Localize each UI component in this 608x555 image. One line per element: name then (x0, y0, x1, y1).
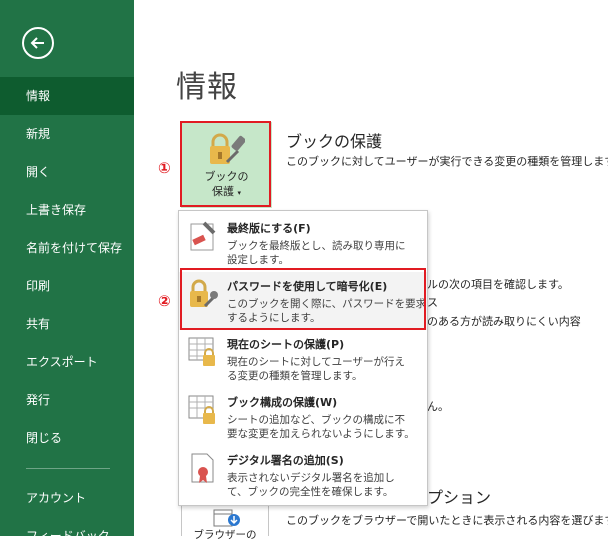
nav-divider (26, 468, 110, 469)
nav-item-save[interactable]: 上書き保存 (0, 191, 134, 229)
menu-item-title: ブック構成の保護(W) (227, 396, 338, 409)
browser-options-description: このブックをブラウザーで開いたときに表示される内容を選びます。 (286, 514, 608, 527)
nav-item-info[interactable]: 情報 (0, 77, 134, 115)
browser-view-options-label: ブラウザーの (193, 529, 257, 541)
menu-item-description: 設定します。 (227, 254, 289, 266)
menu-item-description: ブックを最終版とし、読み取り専用に (227, 240, 406, 252)
nav-item-account[interactable]: アカウント (0, 479, 134, 517)
nav-item-open[interactable]: 開く (0, 153, 134, 191)
menu-item-description: 現在のシートに対してユーザーが行え (227, 356, 405, 368)
protect-section-title: ブックの保護 (286, 132, 383, 151)
inspect-text-2: ス (427, 296, 438, 309)
page-title: 情報 (176, 70, 238, 105)
protect-button-label-line1: ブックの (204, 170, 249, 183)
workbook-structure-lock-icon (187, 394, 219, 426)
marker-1: ① (158, 159, 171, 177)
certificate-icon (187, 452, 219, 484)
nav-item-close[interactable]: 閉じる (0, 419, 134, 457)
nav-item-export[interactable]: エクスポート (0, 343, 134, 381)
highlight-box-2 (180, 268, 426, 330)
menu-item-title: 最終版にする(F) (227, 222, 311, 235)
protect-section-description: このブックに対してユーザーが実行できる変更の種類を管理します。 (286, 155, 608, 168)
menu-item-protect-current-sheet[interactable]: 現在のシートの保護(P) 現在のシートに対してユーザーが行え る変更の種類を管理… (179, 330, 427, 388)
browser-options-title: プション (427, 488, 492, 507)
inspect-text-3: のある方が読み取りにくい内容 (427, 315, 581, 328)
nav-item-feedback[interactable]: フィードバック (0, 517, 134, 555)
nav-item-new[interactable]: 新規 (0, 115, 134, 153)
menu-item-mark-as-final[interactable]: 最終版にする(F) ブックを最終版とし、読み取り専用に 設定します。 (179, 214, 427, 272)
versions-text-fragment: ん。 (427, 400, 449, 413)
nav-item-print[interactable]: 印刷 (0, 267, 134, 305)
menu-item-add-digital-signature[interactable]: デジタル署名の追加(S) 表示されないデジタル署名を追加し て、ブックの完全性を… (179, 446, 427, 504)
menu-item-description: る変更の種類を管理します。 (227, 370, 363, 382)
menu-item-description: 要な変更を加えられないようにします。 (227, 428, 415, 440)
menu-item-title: 現在のシートの保護(P) (227, 338, 345, 351)
final-stamp-icon (187, 220, 219, 252)
menu-item-description: シートの追加など、ブックの構成に不 (227, 414, 405, 426)
protect-button-label-line2: 保護 ▾ (211, 185, 241, 198)
backstage-sidebar: 情報 新規 開く 上書き保存 名前を付けて保存 印刷 共有 エクスポート 発行 … (0, 0, 134, 543)
nav-item-share[interactable]: 共有 (0, 305, 134, 343)
menu-item-protect-workbook-structure[interactable]: ブック構成の保護(W) シートの追加など、ブックの構成に不 要な変更を加えられな… (179, 388, 427, 446)
protect-workbook-button[interactable]: ブックの 保護 ▾ (180, 121, 272, 208)
lock-key-icon (207, 132, 246, 170)
marker-2: ② (158, 292, 171, 310)
menu-item-description: 表示されないデジタル署名を追加し (227, 472, 395, 484)
back-arrow-icon[interactable] (22, 27, 54, 59)
nav-item-publish[interactable]: 発行 (0, 381, 134, 419)
nav-item-save-as[interactable]: 名前を付けて保存 (0, 229, 134, 267)
sheet-lock-icon (187, 336, 219, 368)
menu-item-title: デジタル署名の追加(S) (227, 454, 344, 467)
protect-workbook-menu: 最終版にする(F) ブックを最終版とし、読み取り専用に 設定します。 パスワード… (178, 210, 428, 506)
inspect-text-1: ルの次の項目を確認します。 (427, 278, 569, 291)
chevron-down-icon: ▾ (237, 189, 241, 197)
menu-item-description: て、ブックの完全性を確保します。 (227, 486, 394, 498)
